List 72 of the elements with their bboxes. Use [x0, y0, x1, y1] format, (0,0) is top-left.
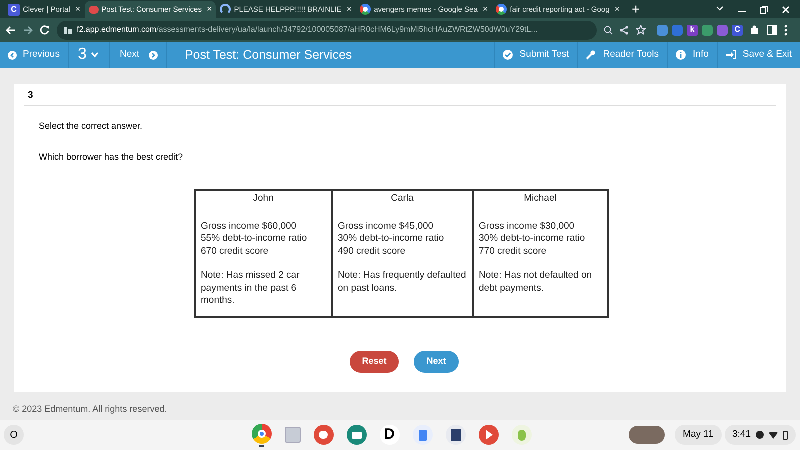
forward-arrow-icon[interactable] — [23, 26, 33, 34]
docs-icon[interactable] — [412, 425, 433, 445]
close-icon[interactable]: × — [614, 2, 620, 16]
extension-icon[interactable]: k — [687, 24, 698, 36]
circle-left-icon — [8, 50, 17, 60]
extension-icon[interactable] — [657, 24, 668, 36]
url-text: f2.app.edmentum.com/assessments-delivery/ua/la/launch/34792/100005087/aHR0cHM6Ly9mMi5hcHAuZWRtZW50dW0uY29tL... — [77, 24, 538, 36]
chrome-icon[interactable] — [252, 424, 272, 444]
spinner-icon — [220, 4, 232, 15]
reload-icon[interactable] — [40, 25, 50, 35]
borrower-stat: 670 credit score — [201, 246, 270, 258]
minimize-icon[interactable] — [738, 11, 746, 13]
borrower-stat: 490 credit score — [338, 246, 407, 258]
address-field[interactable]: f2.app.edmentum.com/assessments-delivery/ua/la/launch/34792/100005087/aHR0cHM6Ly9mMi5hcHAuZWRtZW50dW0uY29tL... — [57, 20, 597, 40]
date-chip[interactable]: May 11 — [675, 425, 722, 445]
borrower-stat: Gross income $60,000 — [201, 220, 298, 233]
info-icon — [676, 50, 686, 60]
close-icon[interactable]: × — [482, 2, 488, 16]
borrower-name: John — [252, 193, 275, 206]
borrower-stat: 55% debt-to-income ratio — [201, 233, 308, 246]
classroom-icon[interactable] — [346, 425, 367, 445]
play-icon[interactable] — [478, 425, 499, 445]
borrower-note: Note: Has missed 2 car payments in the past 6 months. — [201, 270, 301, 308]
chevron-down-icon — [90, 52, 99, 58]
launcher-button[interactable]: O — [4, 425, 24, 445]
clock-text: 3:41 — [732, 428, 751, 442]
close-icon[interactable]: × — [75, 2, 81, 16]
borrower-stat: Gross income $30,000 — [479, 220, 576, 233]
reset-button[interactable]: Reset — [350, 350, 399, 372]
restore-icon[interactable] — [760, 6, 768, 14]
account-avatars[interactable] — [629, 426, 666, 444]
palette-icon[interactable] — [314, 425, 334, 445]
new-tab-button[interactable]: + — [624, 1, 648, 18]
question-text: Which borrower has the best credit? — [38, 150, 184, 164]
share-icon[interactable] — [620, 26, 629, 34]
notification-icon — [756, 431, 764, 439]
zoom-icon[interactable] — [604, 26, 613, 34]
caret-icon[interactable] — [716, 6, 724, 12]
borrower-note: Note: Has not defaulted on debt payments. — [479, 270, 594, 295]
star-icon[interactable] — [636, 25, 646, 35]
sign-in-icon — [726, 50, 736, 60]
wrench-icon — [586, 50, 596, 60]
google-icon — [360, 4, 372, 15]
back-arrow-icon[interactable] — [6, 26, 16, 34]
instruction-text: Select the correct answer. — [38, 120, 144, 133]
borrower-stat: Gross income $45,000 — [338, 220, 435, 233]
app-icon[interactable]: D — [380, 425, 400, 445]
borrower-note: Note: Has frequently defaulted on past loans. — [338, 270, 467, 295]
battery-icon — [783, 430, 788, 440]
test-title: Post Test: Consumer Services — [184, 46, 354, 64]
menu-icon[interactable] — [784, 24, 788, 36]
borrower-stat: 30% debt-to-income ratio — [479, 233, 586, 246]
check-circle-icon — [502, 50, 513, 60]
favicon-icon: C — [8, 4, 20, 16]
wifi-icon — [769, 432, 778, 438]
close-icon[interactable] — [782, 6, 790, 14]
extension-icon[interactable] — [702, 24, 713, 36]
photo-placeholder[interactable] — [446, 425, 466, 445]
site-info-icon[interactable] — [64, 26, 72, 34]
extension-icon[interactable]: C — [732, 24, 743, 36]
close-icon[interactable]: × — [346, 2, 352, 16]
borrower-stat: 30% debt-to-income ratio — [338, 233, 446, 246]
side-panel-icon[interactable] — [767, 25, 777, 35]
close-icon[interactable]: × — [206, 2, 212, 16]
question-number: 3 — [27, 89, 34, 104]
borrower-name: Carla — [390, 193, 415, 206]
borrower-name: Michael — [523, 193, 558, 206]
copyright-text: © 2023 Edmentum. All rights reserved. — [13, 403, 168, 416]
circle-right-icon — [148, 50, 158, 60]
status-tray[interactable]: 3:41 — [724, 425, 796, 445]
google-icon — [496, 4, 508, 15]
borrower-stat: 770 credit score — [479, 246, 548, 258]
